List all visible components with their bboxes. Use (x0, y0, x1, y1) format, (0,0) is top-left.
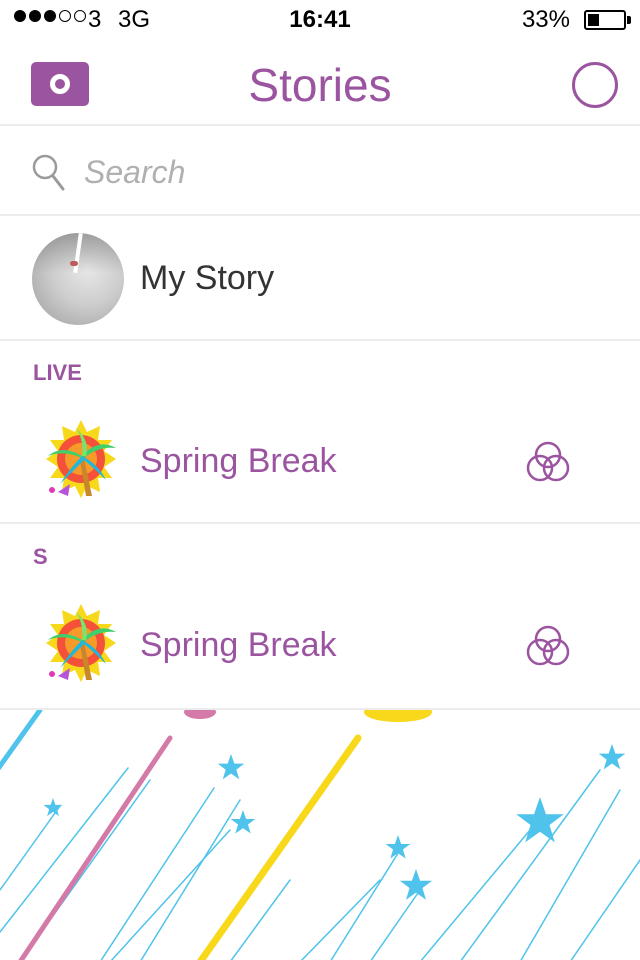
section-header-live: LIVE (33, 360, 82, 385)
search-input[interactable] (84, 150, 584, 194)
search-bar (0, 126, 640, 216)
battery-icon (584, 10, 626, 30)
search-icon (32, 154, 66, 197)
battery-percent: 33% (521, 6, 570, 33)
interlocking-circles-icon[interactable] (524, 622, 572, 670)
shooting-stars-graphic (0, 710, 640, 960)
navigation-header: Stories (0, 40, 640, 126)
circle-icon[interactable] (572, 62, 618, 108)
interlocking-circles-icon[interactable] (524, 438, 572, 486)
palm-tree-icon (46, 420, 116, 498)
story-row-spring-break[interactable]: Spring Break (0, 588, 640, 708)
story-label: Spring Break (140, 442, 337, 480)
my-story-label: My Story (140, 259, 275, 297)
battery-tip (627, 16, 631, 24)
palm-tree-icon (46, 604, 116, 682)
story-label: Spring Break (140, 626, 337, 664)
avatar (32, 233, 124, 325)
my-story-row[interactable]: My Story (0, 216, 640, 341)
status-bar: 3 3G 16:41 33% (0, 0, 640, 40)
decorative-background (0, 708, 640, 960)
page-title: Stories (248, 59, 392, 111)
section-header-s: S (33, 544, 48, 569)
story-row-spring-break-live[interactable]: Spring Break (0, 404, 640, 524)
